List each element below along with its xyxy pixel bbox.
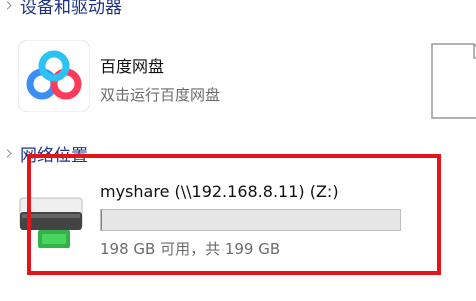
- app-name: 百度网盘: [100, 57, 165, 76]
- highlight-annotation: [27, 154, 441, 275]
- explorer-this-pc-view: { "sections": { "devices": { "title": "设…: [0, 0, 476, 301]
- chevron-collapse-icon[interactable]: [2, 0, 14, 11]
- app-subtitle: 双击运行百度网盘: [100, 86, 221, 104]
- document-icon[interactable]: [430, 42, 476, 120]
- section-title-devices: 设备和驱动器: [20, 0, 122, 18]
- section-header-devices[interactable]: 设备和驱动器: [0, 0, 122, 19]
- baidu-netdisk-icon: [18, 40, 90, 112]
- app-item-baidu-netdisk[interactable]: 百度网盘 双击运行百度网盘: [14, 40, 374, 116]
- chevron-collapse-icon[interactable]: [2, 147, 14, 159]
